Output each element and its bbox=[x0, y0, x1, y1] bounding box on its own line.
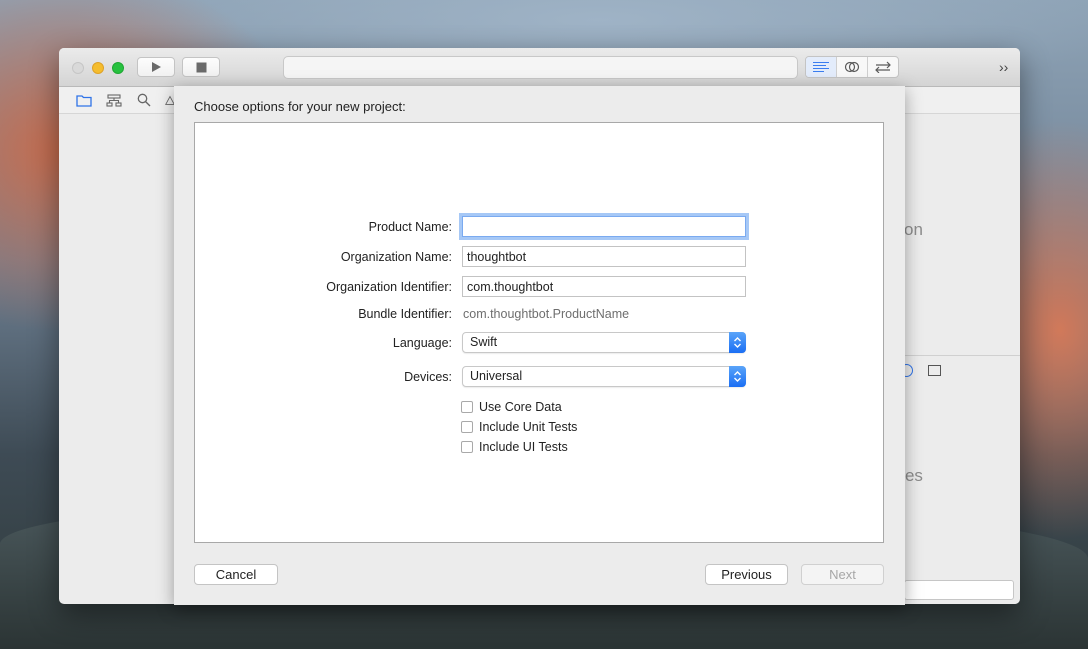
devices-value: Universal bbox=[470, 369, 523, 383]
toolbar: ›› bbox=[59, 48, 1020, 87]
panel-icon[interactable] bbox=[928, 365, 941, 376]
inspector-divider bbox=[904, 355, 1020, 356]
popup-arrows-icon bbox=[729, 366, 746, 387]
play-icon bbox=[152, 62, 161, 72]
include-ui-tests-checkbox[interactable]: Include UI Tests bbox=[461, 440, 568, 454]
checkbox-box[interactable] bbox=[461, 401, 473, 413]
next-button[interactable]: Next bbox=[801, 564, 884, 585]
organization-identifier-input[interactable] bbox=[462, 276, 746, 297]
language-label: Language: bbox=[392, 336, 452, 350]
options-panel: Product Name: Organization Name: Organiz… bbox=[194, 122, 884, 543]
checkbox-box[interactable] bbox=[461, 441, 473, 453]
search-icon[interactable] bbox=[136, 93, 152, 107]
product-name-input[interactable] bbox=[462, 216, 746, 237]
close-window-button[interactable] bbox=[72, 62, 84, 74]
devices-label: Devices: bbox=[404, 370, 452, 384]
sheet-title: Choose options for your new project: bbox=[194, 99, 406, 114]
devices-popup[interactable]: Universal bbox=[462, 366, 746, 387]
organization-name-input[interactable] bbox=[462, 246, 746, 267]
hierarchy-icon[interactable] bbox=[106, 93, 122, 107]
activity-viewer bbox=[283, 56, 798, 79]
version-editor-button[interactable] bbox=[868, 57, 898, 77]
checkbox-label: Include Unit Tests bbox=[479, 420, 578, 434]
checkbox-box[interactable] bbox=[461, 421, 473, 433]
use-core-data-checkbox[interactable]: Use Core Data bbox=[461, 400, 562, 414]
stop-icon bbox=[196, 62, 206, 72]
zoom-window-button[interactable] bbox=[112, 62, 124, 74]
standard-editor-button[interactable] bbox=[806, 57, 837, 77]
library-filter-field[interactable] bbox=[904, 580, 1014, 600]
bundle-identifier-label: Bundle Identifier: bbox=[358, 307, 452, 321]
assistant-editor-icon bbox=[844, 61, 860, 73]
version-editor-icon bbox=[875, 61, 891, 73]
minimize-window-button[interactable] bbox=[92, 62, 104, 74]
language-value: Swift bbox=[470, 335, 498, 349]
standard-editor-icon bbox=[813, 62, 829, 72]
new-project-options-sheet: Choose options for your new project: Pro… bbox=[174, 86, 905, 605]
bundle-identifier-value: com.thoughtbot.ProductName bbox=[463, 307, 630, 321]
checkbox-label: Include UI Tests bbox=[479, 440, 568, 454]
run-button[interactable] bbox=[137, 57, 175, 77]
checkbox-label: Use Core Data bbox=[479, 400, 562, 414]
assistant-editor-button[interactable] bbox=[837, 57, 868, 77]
organization-name-label: Organization Name: bbox=[340, 250, 452, 264]
include-unit-tests-checkbox[interactable]: Include Unit Tests bbox=[461, 420, 577, 434]
previous-button[interactable]: Previous bbox=[705, 564, 788, 585]
organization-identifier-label: Organization Identifier: bbox=[326, 280, 452, 294]
product-name-label: Product Name: bbox=[368, 220, 452, 234]
language-popup[interactable]: Swift bbox=[462, 332, 746, 353]
cancel-button[interactable]: Cancel bbox=[194, 564, 278, 585]
editor-mode-control[interactable] bbox=[805, 56, 899, 78]
folder-icon[interactable] bbox=[76, 93, 92, 107]
popup-arrows-icon bbox=[729, 332, 746, 353]
chevron-double-right-icon[interactable]: ›› bbox=[999, 59, 1008, 75]
stop-button[interactable] bbox=[182, 57, 220, 77]
